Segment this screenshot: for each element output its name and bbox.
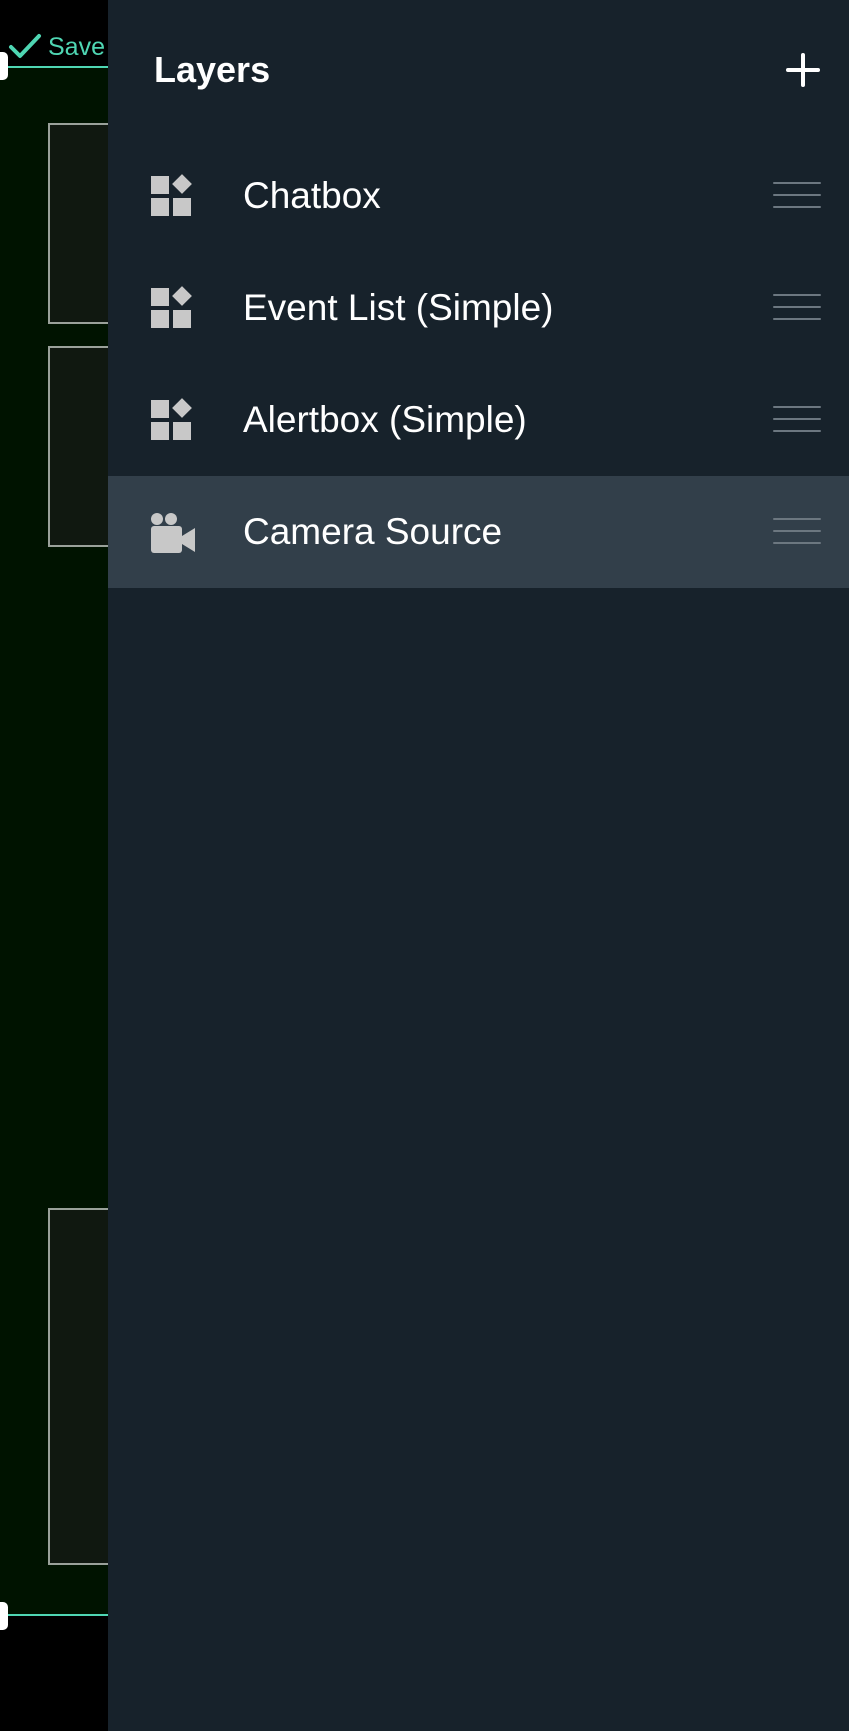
layer-row[interactable]: Chatbox bbox=[108, 140, 849, 252]
drag-handle-icon[interactable] bbox=[773, 406, 821, 434]
layer-row[interactable]: Alertbox (Simple) bbox=[108, 364, 849, 476]
layer-row[interactable]: Event List (Simple) bbox=[108, 252, 849, 364]
add-layer-button[interactable] bbox=[779, 46, 827, 94]
layer-list: Chatbox Event List (Simple) Alertbox (Si… bbox=[108, 140, 849, 588]
panel-title: Layers bbox=[154, 49, 271, 90]
app-root: Save Layers Chatbox Event List (Simple) … bbox=[0, 0, 849, 1731]
drag-handle-icon[interactable] bbox=[773, 518, 821, 546]
drag-handle-icon[interactable] bbox=[773, 182, 821, 210]
layer-label: Chatbox bbox=[243, 175, 381, 216]
camera-icon bbox=[150, 510, 196, 554]
save-label: Save bbox=[48, 32, 105, 61]
editor-canvas[interactable]: Save bbox=[0, 0, 128, 1731]
layer-label: Camera Source bbox=[243, 511, 503, 552]
layer-row[interactable]: Camera Source bbox=[108, 476, 849, 588]
layers-panel-header: Layers bbox=[108, 0, 849, 140]
stage-bottom-resize-handle[interactable] bbox=[0, 1602, 8, 1630]
drag-handle-icon[interactable] bbox=[773, 294, 821, 322]
widget-icon bbox=[151, 174, 192, 216]
stage-top-resize-handle[interactable] bbox=[0, 52, 8, 80]
layer-label: Alertbox (Simple) bbox=[243, 399, 527, 440]
widget-icon bbox=[150, 286, 196, 330]
stage-bottom-guide bbox=[0, 1614, 120, 1616]
stage-top-guide bbox=[0, 66, 120, 68]
widget-icon bbox=[150, 174, 196, 218]
widget-icon bbox=[151, 398, 192, 440]
layer-label: Event List (Simple) bbox=[243, 287, 554, 328]
widget-icon bbox=[150, 398, 196, 442]
check-icon bbox=[9, 34, 41, 58]
save-button[interactable]: Save bbox=[8, 32, 105, 62]
camera-icon bbox=[151, 513, 195, 553]
widget-icon bbox=[151, 286, 192, 328]
layers-panel: Layers Chatbox Event List (Simple) Alert… bbox=[108, 0, 849, 1731]
